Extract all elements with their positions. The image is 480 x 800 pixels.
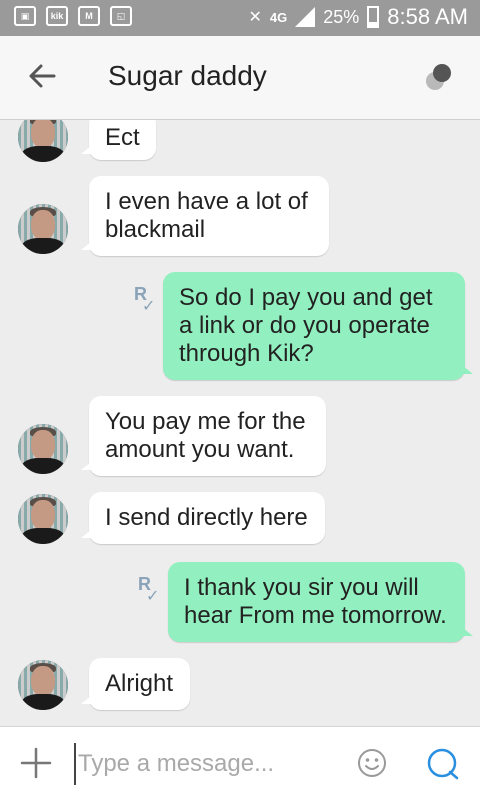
battery-percent: 25% xyxy=(323,6,360,27)
check-icon: ✓ xyxy=(142,298,156,315)
avatar[interactable] xyxy=(18,660,68,710)
avatar[interactable] xyxy=(18,494,68,544)
status-bar-notifications: ▣ kik M ◱ xyxy=(14,6,132,26)
mute-icon: ✕ xyxy=(248,9,262,26)
message-incoming[interactable]: Alright xyxy=(81,658,190,710)
screenshot-icon: ◱ xyxy=(110,6,132,26)
message-text: I even have a lot of blackmail xyxy=(105,188,308,243)
message-incoming[interactable]: I even have a lot of blackmail xyxy=(81,176,329,256)
arrow-back-icon[interactable] xyxy=(26,60,58,92)
smiley-icon[interactable] xyxy=(356,747,388,779)
chat-title[interactable]: Sugar daddy xyxy=(108,60,267,92)
options-icon[interactable] xyxy=(424,62,454,92)
message-outgoing[interactable]: So do I pay you and get a link or do you… xyxy=(163,272,473,380)
message-list[interactable]: Ect I even have a lot of blackmail R ✓ S… xyxy=(0,120,480,726)
gmail-icon: M xyxy=(78,6,100,26)
chat-header: Sugar daddy xyxy=(0,36,480,120)
message-outgoing[interactable]: I thank you sir you will hear From me to… xyxy=(168,562,473,642)
gallery-icon: ▣ xyxy=(14,6,36,26)
message-incoming[interactable]: You pay me for the amount you want. xyxy=(81,396,326,476)
check-icon: ✓ xyxy=(146,588,160,605)
message-composer xyxy=(0,726,480,800)
message-text: I thank you sir you will hear From me to… xyxy=(184,574,447,629)
message-incoming[interactable]: Ect xyxy=(81,120,156,160)
avatar[interactable] xyxy=(18,424,68,474)
clock: 8:58 AM xyxy=(387,4,468,29)
message-text: Ect xyxy=(105,124,140,151)
message-text: So do I pay you and get a link or do you… xyxy=(179,284,433,367)
signal-icon xyxy=(295,7,316,27)
battery-icon xyxy=(367,6,380,28)
send-icon[interactable] xyxy=(426,747,460,781)
message-text: I send directly here xyxy=(105,504,308,531)
message-incoming[interactable]: I send directly here xyxy=(81,492,325,544)
message-text: Alright xyxy=(105,670,174,697)
network-label: 4G xyxy=(269,9,288,25)
status-bar: ▣ kik M ◱ ✕ 4G 25% 8:58 AM xyxy=(0,0,480,36)
avatar[interactable] xyxy=(18,204,68,254)
kik-notification-icon: kik xyxy=(46,6,68,26)
message-input[interactable] xyxy=(74,743,350,785)
message-text: You pay me for the amount you want. xyxy=(105,408,306,463)
status-bar-system: ✕ 4G 25% 8:58 AM xyxy=(249,4,469,30)
plus-icon[interactable] xyxy=(20,747,52,779)
avatar[interactable] xyxy=(18,120,68,162)
